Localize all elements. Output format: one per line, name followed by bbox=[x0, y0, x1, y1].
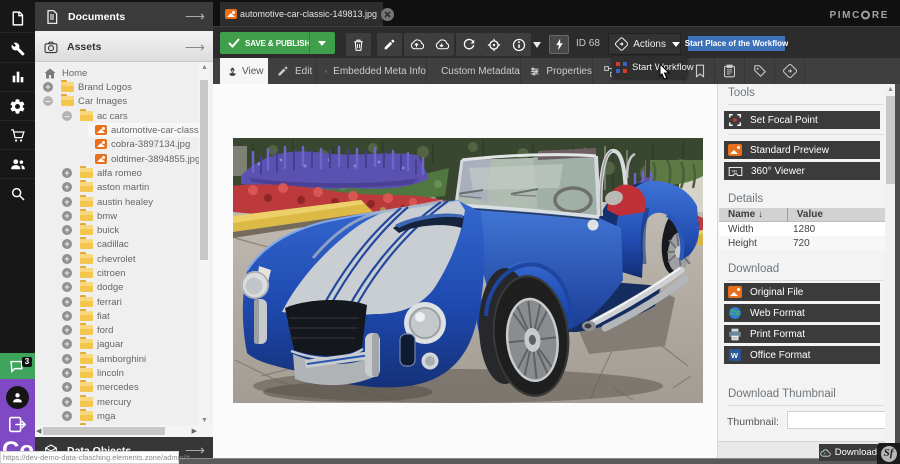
svg-text:W: W bbox=[731, 351, 739, 360]
svg-text:VR: VR bbox=[731, 168, 737, 173]
